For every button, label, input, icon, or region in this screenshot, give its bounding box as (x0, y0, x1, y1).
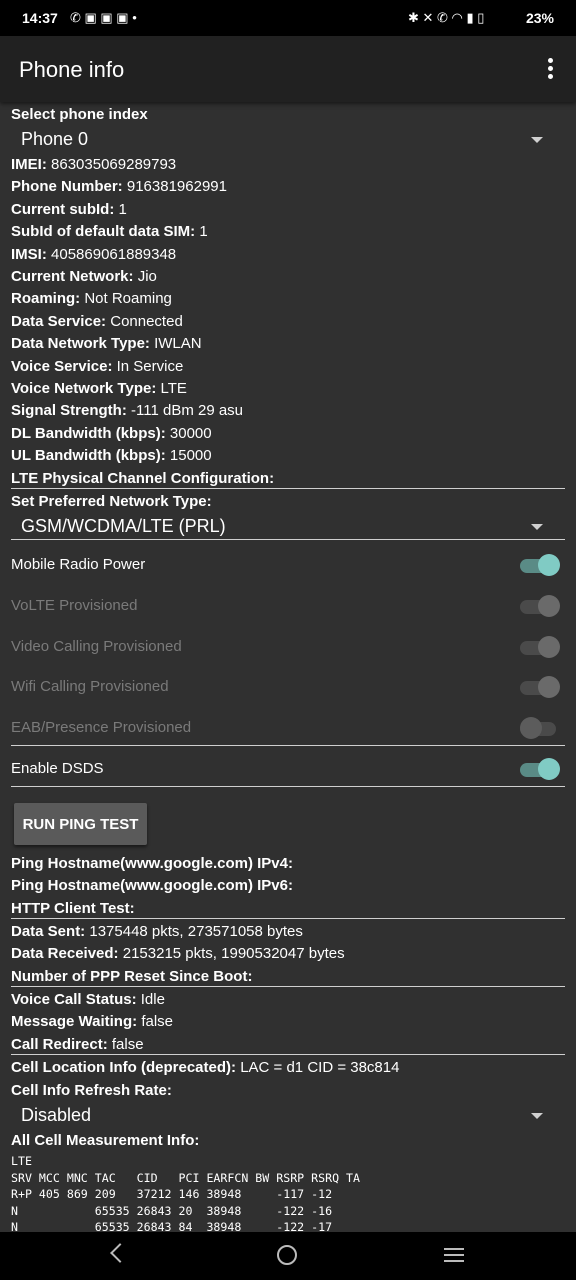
info-row: Phone Number: 916381962991 (11, 178, 227, 196)
info-row: Signal Strength: -111 dBm 29 asu (11, 402, 244, 420)
info-row: UL Bandwidth (kbps): 15000 (11, 447, 212, 465)
cell-location-info: Cell Location Info (deprecated): LAC = d… (11, 1059, 400, 1076)
divider (11, 986, 565, 987)
ping-row: HTTP Client Test: (11, 899, 135, 917)
toggle-switch (520, 594, 560, 619)
navigation-bar (0, 1232, 576, 1280)
divider (11, 918, 565, 919)
cell-measurement-line: SRV MCC MNC TAC CID PCI EARFCN BW RSRP R… (11, 1170, 361, 1185)
ping-row: Ping Hostname(www.google.com) IPv4: (11, 855, 293, 872)
divider (11, 488, 565, 489)
home-icon[interactable] (277, 1245, 297, 1265)
phone-info-content[interactable]: Select phone index Phone 0 IMEI: 8630350… (0, 102, 576, 1232)
toggle-label: Video Calling Provisioned (11, 637, 182, 655)
toggle-switch[interactable] (520, 554, 560, 578)
info-row: IMSI: 405869061889348 (11, 245, 177, 263)
phone-index-dropdown[interactable]: Phone 0 (21, 129, 88, 150)
run-ping-test-button[interactable]: RUN PING TEST (14, 803, 147, 845)
back-icon[interactable] (110, 1243, 130, 1263)
toggle-switch (520, 717, 560, 741)
refresh-rate-dropdown[interactable]: Disabled (21, 1105, 91, 1126)
cell-measurement-table: LTE SRV MCC MNC TAC CID PCI EARFCN BW RSR… (11, 1153, 360, 1232)
recents-icon[interactable] (444, 1248, 464, 1266)
info-row: Voice Network Type: LTE (11, 380, 187, 397)
divider (11, 1054, 565, 1055)
preferred-network-dropdown[interactable]: GSM/WCDMA/LTE (PRL) (21, 516, 226, 537)
stat-row: Number of PPP Reset Since Boot: (11, 967, 253, 985)
chevron-down-icon[interactable] (531, 1113, 543, 1119)
info-row: Voice Service: In Service (11, 357, 184, 375)
stat-row: Data Received: 2153215 pkts, 1990532047 … (11, 945, 345, 963)
toggle-label: Enable DSDS (11, 760, 104, 777)
cell-measurement-line: R+P 405 869 209 37212 146 38948 -117 -12 (11, 1187, 333, 1201)
toggle-label: Mobile Radio Power (11, 556, 146, 573)
status-time: 14:37 (22, 10, 58, 26)
toggle-label: EAB/Presence Provisioned (11, 719, 192, 737)
more-options-icon[interactable] (540, 56, 560, 82)
info-row: Roaming: Not Roaming (11, 290, 172, 308)
cell-measurement-line: LTE (11, 1154, 32, 1168)
toggle-label: Wifi Calling Provisioned (11, 678, 169, 696)
notification-icons: ✆ ▣ ▣ ▣ • (70, 10, 137, 25)
status-bar: 14:37 ✆ ▣ ▣ ▣ • ✱ ✕ ✆ ◠ ▮ ▯ 23% (0, 0, 576, 36)
system-status-icons: ✱ ✕ ✆ ◠ ▮ ▯ (408, 10, 485, 25)
chevron-down-icon[interactable] (531, 137, 543, 143)
stat-row: Data Sent: 1375448 pkts, 273571058 bytes (11, 923, 303, 940)
info-row: Current Network: Jio (11, 268, 157, 285)
info-row: Current subId: 1 (11, 200, 127, 218)
app-bar: Phone info (0, 36, 576, 102)
ping-row: Ping Hostname(www.google.com) IPv6: (11, 877, 293, 895)
phone-index-label: Select phone index (11, 106, 148, 123)
info-row: Data Service: Connected (11, 312, 183, 330)
info-row: LTE Physical Channel Configuration: (11, 469, 275, 487)
divider (11, 786, 565, 787)
cell-measurement-line: N 65535 26843 84 38948 -122 -17 (11, 1220, 333, 1232)
info-row: IMEI: 863035069289793 (11, 156, 177, 173)
cell-measurement-label: All Cell Measurement Info: (11, 1132, 200, 1149)
call-status-row: Call Redirect: false (11, 1035, 144, 1053)
preferred-network-label: Set Preferred Network Type: (11, 493, 212, 510)
call-status-row: Message Waiting: false (11, 1013, 173, 1031)
page-title: Phone info (19, 57, 125, 82)
battery-percent: 23% (525, 10, 554, 26)
toggle-label: VoLTE Provisioned (11, 596, 138, 614)
divider (11, 539, 565, 540)
toggle-switch (520, 676, 560, 700)
divider (11, 745, 565, 746)
toggle-switch[interactable] (520, 758, 560, 782)
toggle-switch (520, 635, 560, 660)
info-row: DL Bandwidth (kbps): 30000 (11, 424, 212, 442)
info-row: SubId of default data SIM: 1 (11, 223, 208, 241)
info-row: Data Network Type: IWLAN (11, 335, 202, 353)
refresh-rate-label: Cell Info Refresh Rate: (11, 1082, 172, 1099)
chevron-down-icon[interactable] (531, 524, 543, 530)
cell-measurement-line: N 65535 26843 20 38948 -122 -16 (11, 1203, 333, 1218)
call-status-row: Voice Call Status: Idle (11, 991, 165, 1008)
